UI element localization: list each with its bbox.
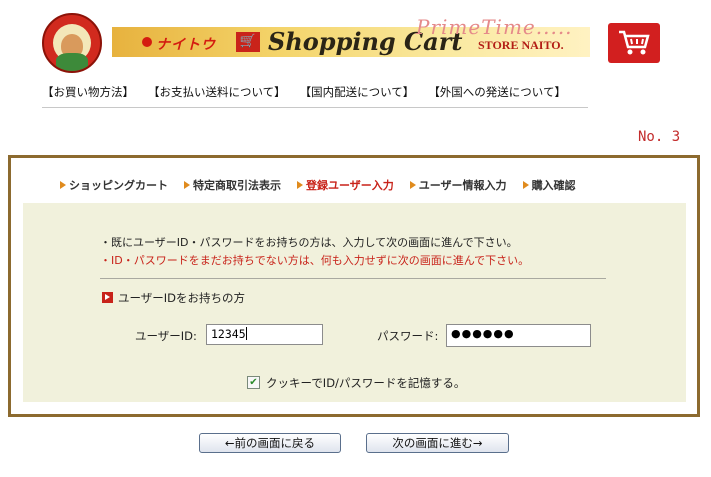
top-navigation: 【お買い物方法】 【お支払い送料について】 【国内配送について】 【外国への発送… xyxy=(42,84,588,100)
step-registered-user: 登録ユーザー入力 xyxy=(297,177,394,193)
step-number: No. 3 xyxy=(638,129,681,145)
shopping-cart-button[interactable] xyxy=(608,23,660,63)
userid-value: 12345 xyxy=(211,327,246,341)
banner-naito-logo-text: ナイトウ xyxy=(156,37,216,53)
step-label: ユーザー情報入力 xyxy=(418,179,507,192)
naito-logo-dot xyxy=(142,37,152,47)
banner-cart-icon: 🛒 xyxy=(236,32,260,52)
logo-mascot-body xyxy=(56,53,88,71)
step-label: ショッピングカート xyxy=(69,179,168,192)
step-arrow-icon xyxy=(184,181,190,189)
step-arrow-icon xyxy=(522,181,529,189)
step-user-info: ユーザー情報入力 xyxy=(409,177,507,193)
userid-input[interactable]: 12345 xyxy=(206,324,323,345)
checkout-steps: ショッピングカート 特定商取引法表示 登録ユーザー入力 ユーザー情報入力 購入確… xyxy=(60,177,576,193)
nav-overseas-shipping[interactable]: 【外国への発送について】 xyxy=(428,84,566,100)
step-label: 特定商取引法表示 xyxy=(193,179,281,192)
step-label: 購入確認 xyxy=(531,179,576,192)
remember-cookie-checkbox[interactable]: ✔ xyxy=(247,376,260,389)
step-arrow-icon xyxy=(297,181,303,189)
store-name: STORE NAITO. xyxy=(478,38,564,52)
store-logo xyxy=(42,13,102,73)
section-arrow-icon xyxy=(102,292,113,303)
nav-domestic-delivery[interactable]: 【国内配送について】 xyxy=(300,84,415,100)
step-purchase-confirm: 購入確認 xyxy=(522,177,576,193)
prime-time-logo: PrimeTime..... xyxy=(416,15,573,39)
text-cursor xyxy=(245,327,247,340)
step-arrow-icon xyxy=(60,181,66,189)
nav-divider xyxy=(42,107,588,108)
userid-label: ユーザーID: xyxy=(135,329,197,343)
password-label: パスワード: xyxy=(377,329,439,343)
notice-existing-user: ・既にユーザーID・パスワードをお持ちの方は、入力して次の画面に進んで下さい。 xyxy=(100,236,518,249)
notice-new-user: ・ID・パスワードをまだお持ちでない方は、何も入力せずに次の画面に進んで下さい。 xyxy=(100,254,530,267)
shopping-cart-icon xyxy=(619,30,650,55)
next-page-button[interactable]: 次の画面に進む→ xyxy=(366,433,509,453)
nav-how-to-shop[interactable]: 【お買い物方法】 xyxy=(42,84,134,100)
password-value: ●●●●●● xyxy=(451,327,515,340)
step-arrow-icon xyxy=(409,181,416,189)
form-divider xyxy=(100,278,606,279)
step-shopping-cart: ショッピングカート xyxy=(60,177,168,193)
password-input[interactable]: ●●●●●● xyxy=(446,324,591,347)
remember-cookie-label[interactable]: クッキーでID/パスワードを記憶する。 xyxy=(266,375,465,391)
prev-page-button[interactable]: ←前の画面に戻る xyxy=(199,433,341,453)
section-label-existing-id: ユーザーIDをお持ちの方 xyxy=(118,291,246,305)
step-label: 登録ユーザー入力 xyxy=(306,179,394,192)
nav-payment-shipping[interactable]: 【お支払い送料について】 xyxy=(148,84,286,100)
step-legal-notice: 特定商取引法表示 xyxy=(184,177,281,193)
checkmark-icon: ✔ xyxy=(249,377,258,388)
